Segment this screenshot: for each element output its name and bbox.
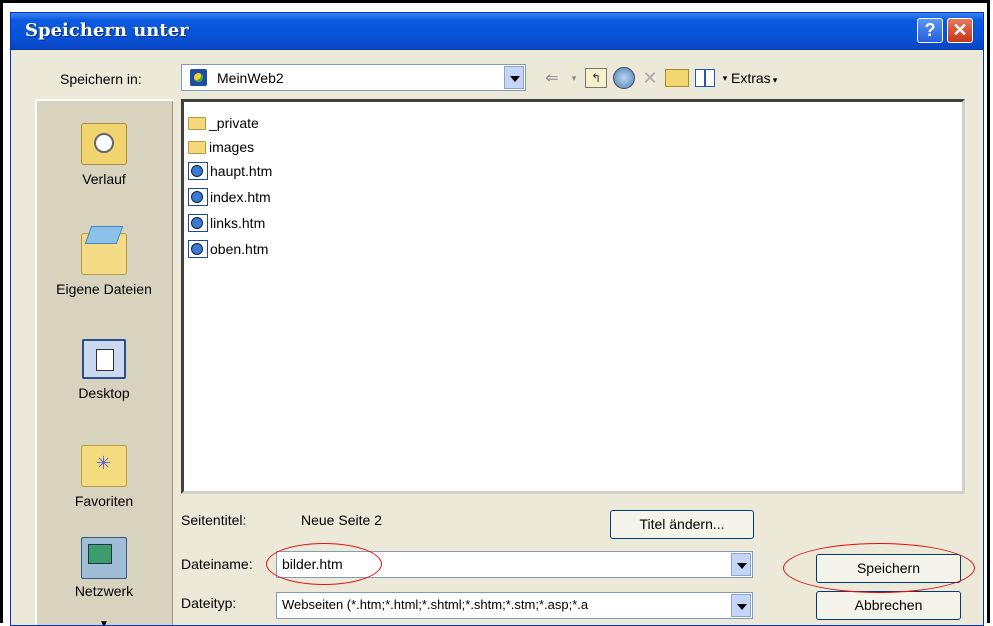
search-web-button[interactable] bbox=[613, 67, 635, 89]
desktop-icon bbox=[82, 339, 126, 379]
filetype-value: Webseiten (*.htm;*.html;*.shtml;*.shtm;*… bbox=[282, 597, 589, 612]
views-dropdown-icon[interactable]: ▾ bbox=[721, 67, 729, 89]
delete-button[interactable]: ✕ bbox=[641, 67, 659, 89]
save-button[interactable]: Speichern bbox=[816, 554, 961, 583]
places-item-history[interactable]: Verlauf bbox=[37, 123, 171, 187]
list-item[interactable]: images bbox=[188, 136, 254, 158]
places-item-desktop[interactable]: Desktop bbox=[37, 339, 171, 401]
favorites-icon bbox=[81, 445, 127, 487]
html-file-icon bbox=[188, 188, 208, 206]
history-icon bbox=[81, 123, 127, 165]
my-documents-icon bbox=[81, 233, 127, 275]
file-name: _private bbox=[209, 115, 259, 131]
places-label: Verlauf bbox=[82, 171, 126, 187]
places-item-network[interactable]: Netzwerk bbox=[37, 537, 171, 599]
toolbar: ⇐ ▾ ↰ ✕ ▾ Extras ▾ bbox=[541, 66, 777, 90]
places-item-favorites[interactable]: Favoriten bbox=[37, 445, 171, 509]
list-item[interactable]: index.htm bbox=[188, 186, 271, 208]
list-item[interactable]: haupt.htm bbox=[188, 160, 272, 182]
list-item[interactable]: _private bbox=[188, 112, 259, 134]
places-label: Favoriten bbox=[74, 493, 134, 509]
close-button[interactable]: ✕ bbox=[947, 18, 973, 43]
chevron-down-icon[interactable] bbox=[731, 553, 751, 576]
filename-input[interactable]: bilder.htm bbox=[276, 551, 753, 578]
html-file-icon bbox=[188, 240, 208, 258]
dialog-title: Speichern unter bbox=[25, 20, 189, 41]
extras-label: Extras bbox=[731, 70, 771, 86]
places-bar: Verlauf Eigene Dateien Desktop Favoriten… bbox=[35, 99, 173, 625]
web-folder-icon bbox=[190, 69, 207, 86]
save-as-dialog: Speichern unter ? ✕ Speichern in: MeinWe… bbox=[10, 12, 984, 626]
extras-menu[interactable]: Extras ▾ bbox=[731, 70, 777, 86]
views-button[interactable] bbox=[695, 69, 715, 87]
folder-icon bbox=[188, 140, 206, 154]
help-button[interactable]: ? bbox=[917, 18, 943, 43]
cancel-button[interactable]: Abbrechen bbox=[816, 591, 961, 620]
places-label: Desktop bbox=[78, 385, 130, 401]
back-dropdown-icon[interactable]: ▾ bbox=[569, 67, 579, 89]
chevron-down-icon[interactable] bbox=[504, 66, 524, 89]
filetype-label: Dateityp: bbox=[181, 595, 237, 611]
save-in-value: MeinWeb2 bbox=[217, 70, 284, 86]
html-file-icon bbox=[188, 214, 208, 232]
back-button[interactable]: ⇐ bbox=[541, 67, 563, 89]
places-label: Netzwerk bbox=[74, 583, 134, 599]
filename-label: Dateiname: bbox=[181, 556, 253, 572]
places-label: Eigene Dateien bbox=[56, 281, 152, 297]
title-bar[interactable]: Speichern unter ? ✕ bbox=[11, 13, 983, 50]
scroll-down-icon[interactable]: ▼ bbox=[99, 619, 109, 625]
extras-caret-icon: ▾ bbox=[772, 75, 778, 85]
list-item[interactable]: links.htm bbox=[188, 212, 265, 234]
page-title-label: Seitentitel: bbox=[181, 512, 247, 528]
file-name: index.htm bbox=[210, 189, 271, 205]
file-name: images bbox=[209, 139, 255, 155]
file-name: oben.htm bbox=[210, 241, 269, 257]
change-title-button[interactable]: Titel ändern... bbox=[610, 510, 754, 539]
list-item[interactable]: oben.htm bbox=[188, 238, 268, 260]
folder-icon bbox=[188, 116, 206, 130]
save-in-dropdown[interactable]: MeinWeb2 bbox=[181, 64, 526, 91]
html-file-icon bbox=[188, 162, 208, 180]
places-item-my-documents[interactable]: Eigene Dateien bbox=[37, 233, 171, 297]
file-list[interactable]: _private images haupt.htm index.htm link… bbox=[181, 99, 965, 494]
page-title-value: Neue Seite 2 bbox=[301, 512, 382, 528]
network-icon bbox=[81, 537, 127, 579]
filetype-select[interactable]: Webseiten (*.htm;*.html;*.shtml;*.shtm;*… bbox=[276, 592, 753, 619]
file-name: links.htm bbox=[210, 215, 266, 231]
chevron-down-icon[interactable] bbox=[731, 594, 751, 617]
filename-value: bilder.htm bbox=[282, 556, 343, 572]
new-folder-button[interactable] bbox=[665, 69, 689, 87]
up-folder-button[interactable]: ↰ bbox=[585, 68, 607, 88]
file-name: haupt.htm bbox=[210, 163, 273, 179]
save-in-label: Speichern in: bbox=[60, 71, 142, 87]
